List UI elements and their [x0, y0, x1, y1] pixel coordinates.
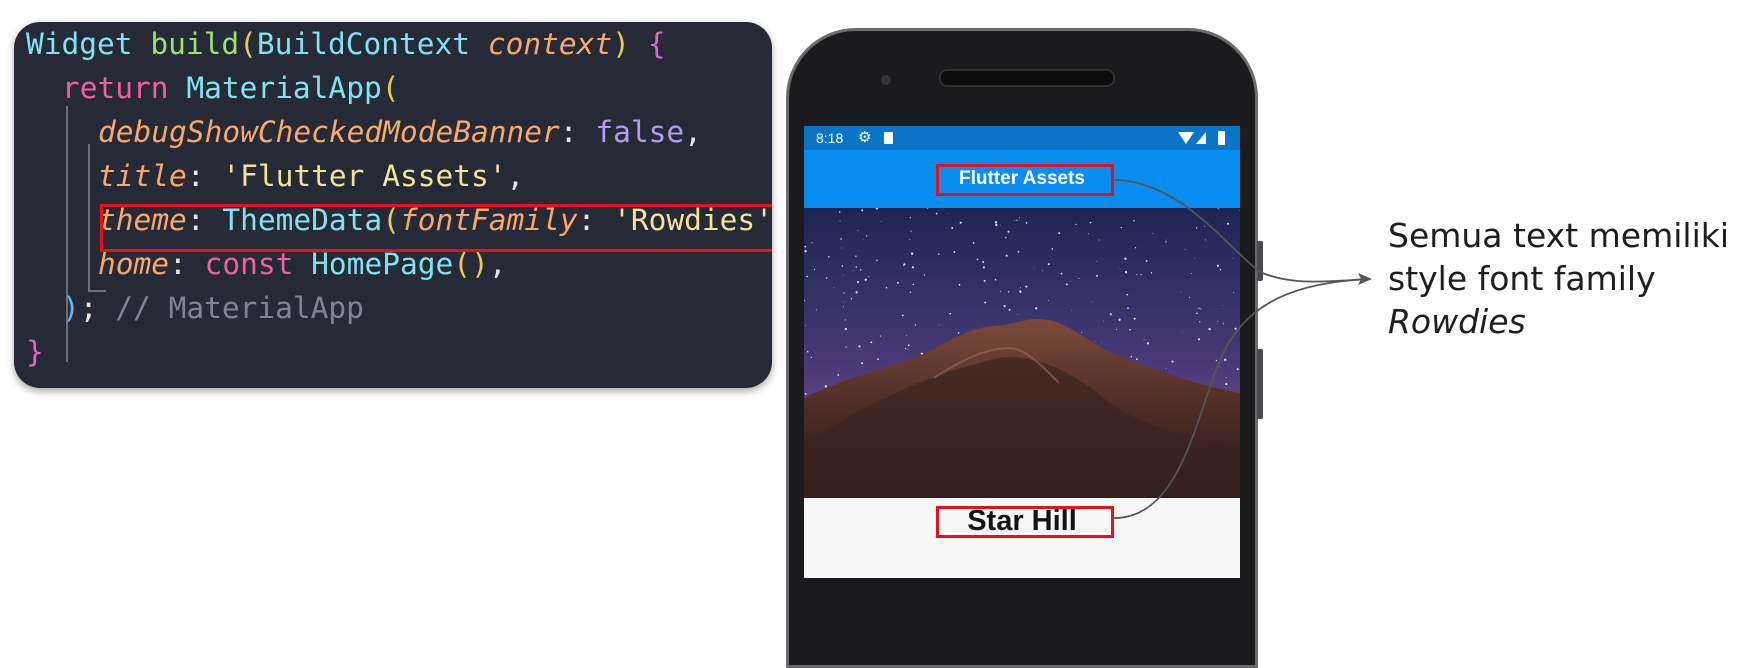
- annotation-line: Semua text memiliki: [1388, 216, 1730, 255]
- connector-line: [1113, 179, 1371, 283]
- connector-line: [1113, 278, 1371, 519]
- annotation-line: style font family: [1388, 259, 1656, 298]
- annotation-font-name: Rowdies: [1388, 302, 1526, 341]
- annotation-note: Semua text memiliki style font family Ro…: [1388, 214, 1733, 343]
